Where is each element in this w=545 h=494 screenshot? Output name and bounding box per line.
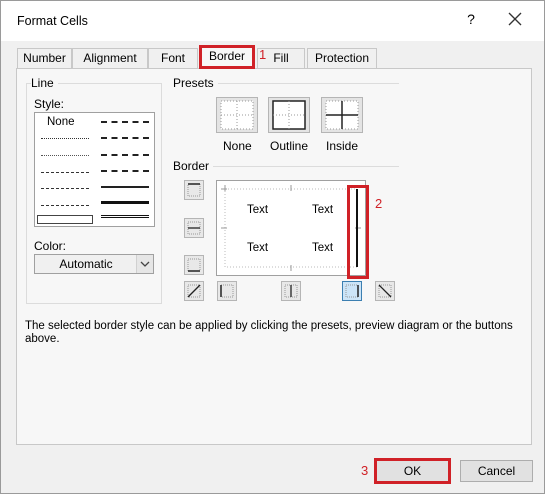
style-slant-dash-dot[interactable] bbox=[101, 137, 149, 139]
color-value: Automatic bbox=[59, 257, 113, 271]
style-double-line[interactable] bbox=[101, 215, 149, 218]
preset-inside-icon bbox=[325, 100, 359, 130]
style-dashed-line[interactable] bbox=[41, 205, 89, 206]
style-medium-dash-dot[interactable] bbox=[101, 154, 149, 156]
diagonal-down-icon bbox=[378, 284, 392, 298]
dialog-title: Format Cells bbox=[17, 14, 88, 28]
border-left-icon bbox=[220, 284, 234, 298]
line-style-list[interactable]: None bbox=[34, 112, 155, 227]
style-medium-line[interactable] bbox=[101, 186, 149, 188]
border-inside-vertical-button[interactable] bbox=[281, 281, 301, 301]
preview-text: Text bbox=[247, 204, 269, 216]
tab-protection[interactable]: Protection bbox=[307, 48, 377, 68]
preview-text: Text bbox=[312, 204, 334, 216]
tab-number[interactable]: Number bbox=[17, 48, 72, 68]
border-left-button[interactable] bbox=[217, 281, 237, 301]
border-bottom-icon bbox=[187, 258, 201, 272]
preset-none-icon bbox=[220, 100, 254, 130]
border-diagonal-down-button[interactable] bbox=[375, 281, 395, 301]
annotation-box-ok bbox=[374, 458, 451, 484]
border-right-button[interactable] bbox=[342, 281, 362, 301]
preview-grid-lines bbox=[221, 185, 361, 271]
annotation-number: 3 bbox=[361, 463, 369, 478]
border-inside-vertical-icon bbox=[284, 284, 298, 298]
chevron-down-icon[interactable] bbox=[136, 255, 153, 273]
style-dash-dot-dot-line[interactable] bbox=[41, 172, 89, 173]
border-right-icon bbox=[345, 284, 359, 298]
hint-text: The selected border style can be applied… bbox=[25, 320, 513, 345]
style-thick-line[interactable] bbox=[101, 201, 149, 204]
preset-none-label: None bbox=[223, 139, 252, 153]
preset-outline-label: Outline bbox=[270, 139, 309, 153]
style-dotted-line[interactable] bbox=[41, 155, 89, 156]
annotation-box-right-border bbox=[347, 185, 369, 279]
border-preview[interactable]: Text Text Text Text bbox=[216, 180, 366, 276]
cancel-button[interactable]: Cancel bbox=[460, 460, 533, 482]
style-hair-line[interactable] bbox=[41, 138, 89, 139]
border-top-icon bbox=[187, 183, 201, 197]
preview-text: Text bbox=[312, 242, 334, 254]
line-group-label: Line bbox=[31, 76, 58, 90]
style-medium-dashed[interactable] bbox=[101, 170, 149, 172]
style-medium-dash-dot-dot[interactable] bbox=[101, 121, 149, 123]
style-dash-dot-line[interactable] bbox=[41, 188, 89, 189]
help-icon[interactable]: ? bbox=[463, 11, 479, 29]
border-group-label: Border bbox=[173, 159, 214, 173]
title-bar: Format Cells ? bbox=[1, 1, 544, 41]
style-thin-line-selected[interactable] bbox=[37, 215, 93, 224]
close-icon[interactable] bbox=[505, 9, 525, 29]
diagonal-up-icon bbox=[187, 284, 201, 298]
annotation-box-border-tab bbox=[199, 45, 255, 69]
border-bottom-button[interactable] bbox=[184, 255, 204, 275]
line-group-left-rule bbox=[26, 83, 27, 303]
border-inside-horizontal-button[interactable] bbox=[184, 218, 204, 238]
preset-outline-icon bbox=[272, 100, 306, 130]
preview-text: Text bbox=[247, 242, 269, 254]
annotation-number: 1 bbox=[259, 47, 267, 62]
tab-alignment[interactable]: Alignment bbox=[72, 48, 148, 68]
color-label: Color: bbox=[34, 239, 71, 253]
border-inside-horizontal-icon bbox=[187, 221, 201, 235]
preset-inside-button[interactable] bbox=[321, 97, 363, 133]
color-dropdown[interactable]: Automatic bbox=[34, 254, 154, 274]
presets-label: Presets bbox=[173, 76, 218, 90]
border-top-button[interactable] bbox=[184, 180, 204, 200]
tab-font[interactable]: Font bbox=[148, 48, 198, 68]
style-none-option[interactable]: None bbox=[47, 116, 75, 128]
border-diagonal-up-button[interactable] bbox=[184, 281, 204, 301]
style-label: Style: bbox=[34, 97, 69, 111]
annotation-number: 2 bbox=[375, 196, 383, 211]
line-group-right-rule bbox=[161, 83, 162, 304]
preset-outline-button[interactable] bbox=[268, 97, 310, 133]
format-cells-dialog: Format Cells ? Number Alignment Font Bor… bbox=[0, 0, 545, 494]
preset-none-button[interactable] bbox=[216, 97, 258, 133]
line-group-bottom-rule bbox=[26, 303, 161, 304]
preset-inside-label: Inside bbox=[326, 139, 359, 153]
